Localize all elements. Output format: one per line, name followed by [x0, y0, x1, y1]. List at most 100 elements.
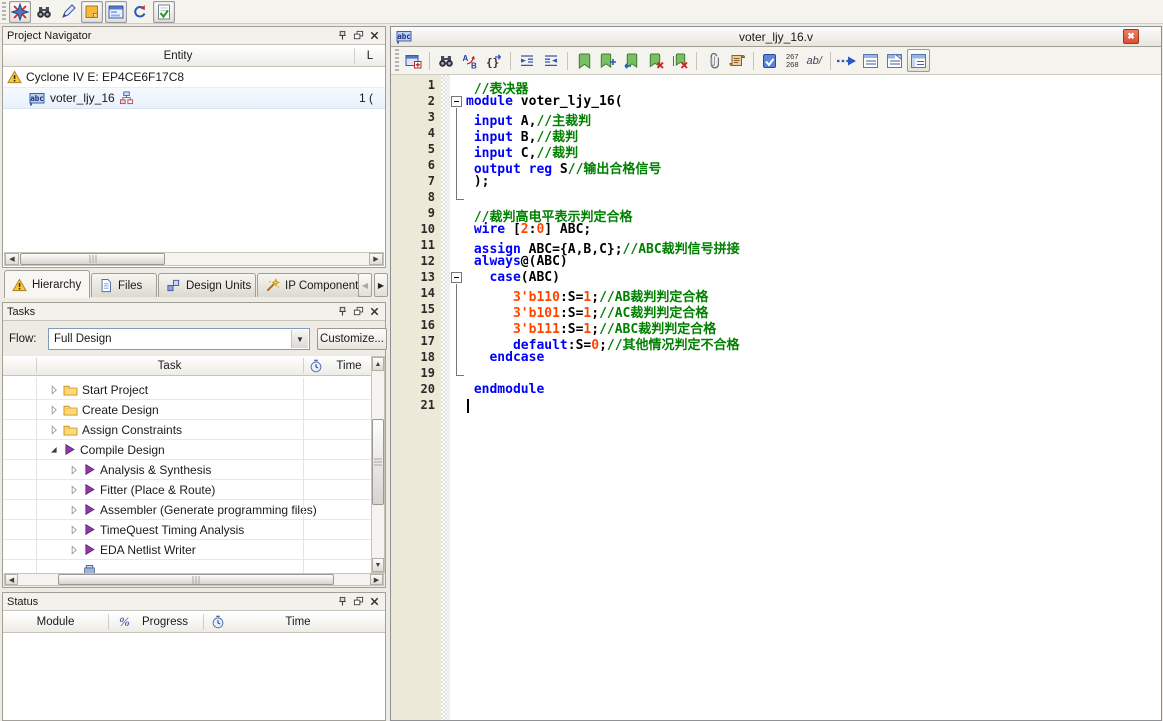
expand-arrow-icon[interactable] [47, 424, 61, 436]
code-line[interactable]: 17 default:S=0;//其他情况判定不合格 [391, 334, 1161, 353]
time-column-header[interactable]: Time [233, 612, 363, 632]
tasks-vscrollbar[interactable]: ▲ ▼ [371, 356, 385, 573]
code-line[interactable]: 14 3'b110:S=1;//AB裁判判定合格 [391, 286, 1161, 305]
code-line[interactable]: 20 endmodule [391, 382, 1161, 398]
fold-view-2-button[interactable] [883, 49, 906, 72]
navigator-hscrollbar[interactable]: ◀ ▶ [4, 252, 384, 266]
float-icon[interactable] [351, 29, 365, 42]
close-icon[interactable] [367, 29, 381, 42]
scroll-left-icon[interactable]: ◀ [5, 574, 18, 585]
code-line[interactable]: 19 [391, 366, 1161, 382]
expand-arrow-icon[interactable] [67, 504, 81, 516]
task-row[interactable]: Compile Design [3, 440, 371, 460]
code-line[interactable]: 9 //裁判高电平表示判定合格 [391, 206, 1161, 225]
tab-design-units[interactable]: Design Units [158, 273, 256, 297]
code-line[interactable]: 7 ); [391, 174, 1161, 190]
tab-hierarchy[interactable]: Hierarchy [4, 270, 90, 298]
task-row[interactable]: Create Design [3, 400, 371, 420]
progress-column-header[interactable]: Progress [135, 612, 195, 632]
code-line[interactable]: 15 3'b101:S=1;//AC裁判判定合格 [391, 302, 1161, 321]
messages-toggle-button[interactable] [81, 0, 103, 23]
scroll-thumb[interactable] [20, 253, 165, 265]
scroll-left-icon[interactable]: ◀ [5, 253, 19, 265]
code-line[interactable]: 5 input C,//裁判 [391, 142, 1161, 161]
tab-ip-component[interactable]: IP Component [257, 273, 359, 297]
ip-catalog-toggle-button[interactable] [105, 0, 127, 23]
expand-arrow-icon[interactable] [67, 524, 81, 536]
pin-icon[interactable] [335, 305, 349, 318]
expand-arrow-icon[interactable] [47, 384, 61, 396]
fold-collapse-icon[interactable] [451, 96, 462, 107]
expand-arrow-icon[interactable] [67, 484, 81, 496]
fold-view-1-button[interactable] [859, 49, 882, 72]
record-macro-button[interactable] [726, 49, 749, 72]
tcl-console-toggle-button[interactable] [57, 1, 79, 23]
code-line[interactable]: 21 [391, 398, 1161, 414]
module-column-header[interactable]: Module [3, 612, 108, 632]
goto-line-button[interactable] [835, 49, 858, 72]
expand-arrow-icon[interactable] [67, 464, 81, 476]
task-row[interactable]: Fitter (Place & Route) [3, 480, 371, 500]
code-line[interactable]: 10 wire [2:0] ABC; [391, 222, 1161, 238]
logic-cells-column-header[interactable]: L [355, 46, 385, 66]
delete-all-bookmarks-button[interactable] [669, 49, 692, 72]
open-in-new-window-button[interactable] [402, 49, 425, 72]
refresh-button[interactable] [129, 1, 151, 23]
tasks-toggle-button[interactable] [153, 0, 175, 23]
editor-toolbar-grip[interactable] [395, 49, 399, 72]
customize-button[interactable]: Customize... [317, 328, 387, 350]
scroll-thumb[interactable] [372, 419, 384, 505]
code-line[interactable]: 16 3'b111:S=1;//ABC裁判判定合格 [391, 318, 1161, 337]
chevron-down-icon[interactable]: ▼ [291, 330, 308, 348]
tab-scroll-left-icon[interactable]: ◀ [358, 273, 372, 297]
analyze-current-file-button[interactable] [759, 49, 782, 72]
code-line[interactable]: 18 endcase [391, 350, 1161, 366]
code-line[interactable]: 1 //表决器 [391, 78, 1161, 97]
time-column-header[interactable]: Time [327, 356, 371, 375]
close-icon[interactable] [367, 595, 381, 608]
tab-files[interactable]: Files [91, 273, 157, 297]
compass-window-toggle-button[interactable] [9, 0, 31, 23]
pin-icon[interactable] [335, 595, 349, 608]
code-line[interactable]: 2 module voter_ljy_16( [391, 94, 1161, 110]
float-icon[interactable] [351, 595, 365, 608]
previous-bookmark-button[interactable] [621, 49, 644, 72]
toolbar-grip[interactable] [2, 2, 6, 21]
scroll-right-icon[interactable]: ▶ [370, 574, 383, 585]
code-line[interactable]: 12 always@(ABC) [391, 254, 1161, 270]
expand-arrow-icon[interactable] [47, 404, 61, 416]
code-line[interactable]: 3 input A,//主裁判 [391, 110, 1161, 129]
collapse-arrow-icon[interactable] [47, 444, 61, 456]
scroll-right-icon[interactable]: ▶ [369, 253, 383, 265]
close-icon[interactable] [367, 305, 381, 318]
tab-scroll-right-icon[interactable]: ▶ [374, 273, 388, 297]
outline-view-button[interactable] [907, 49, 931, 72]
task-row[interactable]: Start Project [3, 380, 371, 400]
code-line[interactable]: 11 assign ABC={A,B,C};//ABC裁判信号拼接 [391, 238, 1161, 257]
task-row[interactable]: Assembler (Generate programming files) [3, 500, 371, 520]
code-line[interactable]: 6 output reg S//输出合格信号 [391, 158, 1161, 177]
comment-tool-button[interactable]: ab/ [807, 55, 822, 67]
code-line[interactable]: 13 case(ABC) [391, 270, 1161, 286]
scroll-up-icon[interactable]: ▲ [372, 357, 384, 371]
task-row[interactable]: EDA Netlist Writer [3, 540, 371, 560]
delete-bookmark-button[interactable] [645, 49, 668, 72]
replace-button[interactable]: AB [459, 49, 482, 72]
task-column-header[interactable]: Task [36, 356, 303, 375]
pin-icon[interactable] [335, 29, 349, 42]
scroll-thumb[interactable] [58, 574, 334, 585]
code-line[interactable]: 4 input B,//裁判 [391, 126, 1161, 145]
fold-collapse-icon[interactable] [451, 272, 462, 283]
entity-row[interactable]: abc voter_ljy_16 1 ( [3, 88, 385, 109]
task-row[interactable]: Analysis & Synthesis [3, 460, 371, 480]
increase-indent-button[interactable] [516, 49, 539, 72]
entity-row[interactable]: Cyclone IV E: EP4CE6F17C8 [3, 67, 385, 88]
next-bookmark-button[interactable] [597, 49, 620, 72]
code-line[interactable]: 8 [391, 190, 1161, 206]
attach-button[interactable] [702, 49, 725, 72]
expand-arrow-icon[interactable] [67, 544, 81, 556]
editor-close-button[interactable]: ✖ [1123, 29, 1139, 44]
flow-select[interactable]: Full Design ▼ [48, 328, 310, 350]
task-row[interactable]: TimeQuest Timing Analysis [3, 520, 371, 540]
code-editor[interactable]: 1 //表决器 2 module voter_ljy_16(3 input A,//… [391, 75, 1161, 720]
